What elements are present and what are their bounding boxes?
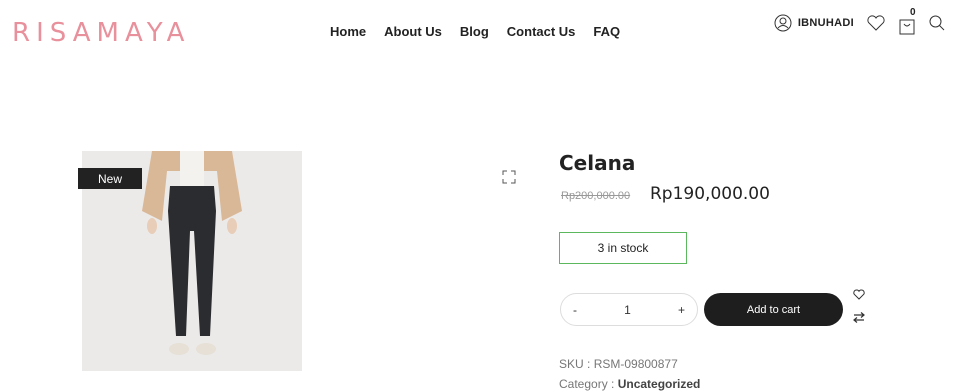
product-actions [853,289,865,323]
category-label: Category : [559,377,615,391]
stock-status: 3 in stock [559,232,687,264]
nav-about-us[interactable]: About Us [384,24,442,39]
main-nav: Home About Us Blog Contact Us FAQ [330,24,620,39]
nav-blog[interactable]: Blog [460,24,489,39]
nav-contact-us[interactable]: Contact Us [507,24,576,39]
quantity-input[interactable]: 1 [624,303,631,317]
header-actions: IBNUHADI 0 [774,7,946,36]
product-sku: SKU : RSM-09800877 [559,357,678,371]
cart-button[interactable]: 0 [898,7,916,36]
category-link[interactable]: Uncategorized [618,377,701,391]
username: IBNUHADI [797,17,854,29]
user-icon [774,14,792,32]
quantity-increase-button[interactable]: + [678,303,685,317]
product-title: Celana [559,151,636,175]
new-badge: New [78,168,142,189]
expand-icon[interactable] [502,170,516,184]
add-to-cart-button[interactable]: Add to cart [704,293,843,326]
quantity-stepper: - 1 + [560,293,698,326]
wishlist-icon[interactable] [853,289,865,300]
product-category: Category : Uncategorized [559,377,700,391]
search-icon[interactable] [928,14,946,32]
quantity-decrease-button[interactable]: - [573,303,577,317]
nav-home[interactable]: Home [330,24,366,39]
compare-icon[interactable] [853,312,865,323]
account-link[interactable]: IBNUHADI [774,14,854,32]
nav-faq[interactable]: FAQ [593,24,620,39]
original-price: Rp200,000.00 [561,190,631,202]
sku-value: RSM-09800877 [593,357,678,371]
cart-count: 0 [910,7,916,18]
cart-icon [899,19,915,35]
sale-price: Rp190,000.00 [650,184,770,204]
brand-logo[interactable]: RISAMAYA [12,18,190,48]
sku-label: SKU : [559,357,591,371]
heart-icon[interactable] [866,14,886,32]
